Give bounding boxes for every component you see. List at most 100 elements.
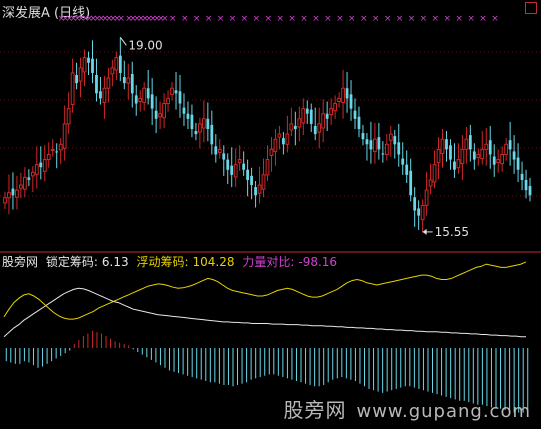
candle-body	[91, 58, 94, 73]
candle-body	[261, 174, 266, 190]
candle-body	[282, 138, 285, 145]
candle-body	[3, 197, 7, 204]
candle-body	[484, 143, 489, 150]
watermark: 股旁网 www.gupang.com	[283, 394, 531, 423]
sell-signal-marker: ×	[181, 14, 189, 24]
sell-signal-marker: ×	[396, 14, 404, 24]
candle-body	[492, 156, 496, 165]
watermark-cn: 股旁网	[283, 398, 347, 422]
watermark-url: www.gupang.com	[356, 401, 531, 422]
high-pointer	[119, 36, 127, 46]
candle-body	[468, 135, 472, 150]
sell-signal-marker: ×	[205, 14, 213, 24]
sell-signal-row: ×××××××××××××××× ×××××××××× × × × × × × × × × × × × × ×…	[58, 14, 499, 24]
candle-body	[512, 151, 516, 160]
chart-window: 深发展A (日线) × × × × × × × × × × × × × × × × × × × × × × × × × × × × × ×…	[0, 0, 541, 429]
power-value: -98.16	[298, 255, 338, 269]
sell-signal-marker: ×	[217, 14, 225, 24]
candle-body	[488, 140, 492, 155]
candle-body	[413, 197, 417, 211]
stock-chart: ×××××××××××××××× ×××××××××× × × × × × × × × × × × × × ×…	[0, 14, 541, 413]
candle-body	[15, 189, 19, 198]
candle-body	[313, 125, 317, 135]
candle-body	[66, 108, 71, 125]
candle-body	[384, 143, 389, 155]
sell-signal-marker: ×	[253, 14, 261, 24]
candle-body	[154, 110, 158, 119]
candle-body	[99, 91, 102, 99]
candle-body	[449, 145, 452, 160]
candle-body	[516, 157, 520, 170]
candle-body	[174, 90, 178, 94]
candle-body	[22, 176, 27, 190]
candle-body	[50, 148, 55, 151]
candle-body	[456, 159, 461, 169]
candle-body	[146, 88, 150, 99]
candle-body	[365, 139, 369, 145]
candle-body	[500, 153, 505, 165]
candle-body	[388, 133, 393, 141]
candle-body	[297, 118, 302, 128]
candle-body	[254, 187, 257, 196]
candle-body	[341, 87, 345, 104]
candle-body	[428, 179, 433, 187]
candle-body	[242, 163, 246, 170]
candle-body	[393, 136, 397, 145]
sell-signal-marker: ×	[300, 14, 308, 24]
candle-body	[257, 184, 262, 194]
candle-body	[329, 108, 334, 116]
candle-body	[166, 97, 170, 105]
sell-signal-marker: ×	[336, 14, 344, 24]
sell-signal-marker: ×	[265, 14, 273, 24]
candle-body	[405, 164, 409, 175]
candle-body	[170, 87, 174, 95]
candle-body	[87, 57, 90, 63]
candle-body	[110, 67, 115, 75]
candle-body	[528, 186, 532, 196]
price-annotations: 19.00 15.55	[119, 36, 469, 239]
candle-body	[369, 140, 373, 150]
candle-body	[305, 108, 309, 114]
candle-body	[197, 123, 202, 133]
candle-body	[150, 94, 154, 109]
sell-signal-marker: ×	[288, 14, 296, 24]
candle-body	[377, 137, 381, 150]
candle-body	[401, 158, 405, 165]
candle-body	[417, 208, 421, 216]
sell-signal-marker: ×	[432, 14, 440, 24]
candle-body	[464, 138, 469, 150]
candle-body	[7, 192, 11, 199]
candle-body	[58, 143, 63, 151]
sell-signal-marker: ×	[443, 14, 451, 24]
candle-body	[285, 133, 290, 145]
candle-body	[162, 103, 166, 119]
candle-body	[206, 118, 210, 129]
candle-body	[325, 113, 329, 119]
candle-body	[361, 133, 365, 140]
candle-body	[39, 162, 43, 168]
candle-body	[317, 123, 322, 133]
candle-body	[349, 94, 353, 109]
candle-body	[201, 118, 206, 129]
sell-signal-marker: ×	[312, 14, 320, 24]
sell-signal-marker: ×	[372, 14, 380, 24]
candle-body	[397, 142, 401, 155]
candle-body	[42, 159, 47, 172]
sell-signal-marker: ×	[161, 14, 169, 24]
candle-body	[226, 159, 230, 170]
candle-body	[357, 116, 361, 129]
sell-signal-marker: ×	[360, 14, 368, 24]
candle-body	[476, 153, 481, 159]
low-label: 15.55	[435, 225, 469, 239]
float-line	[3, 261, 527, 320]
low-arrow	[422, 228, 427, 235]
lock-label: 锁定筹码:	[45, 255, 98, 269]
indicator-header: 股旁网 锁定筹码: 6.13 浮动筹码: 104.28 力量对比: -98.16	[2, 253, 341, 270]
candle-body	[265, 159, 270, 176]
candle-body	[19, 184, 23, 189]
candle-body	[11, 188, 15, 196]
candle-body	[130, 73, 134, 94]
sell-signal-marker: ×	[467, 14, 475, 24]
candle-body	[30, 171, 35, 177]
high-label: 19.00	[128, 38, 162, 52]
